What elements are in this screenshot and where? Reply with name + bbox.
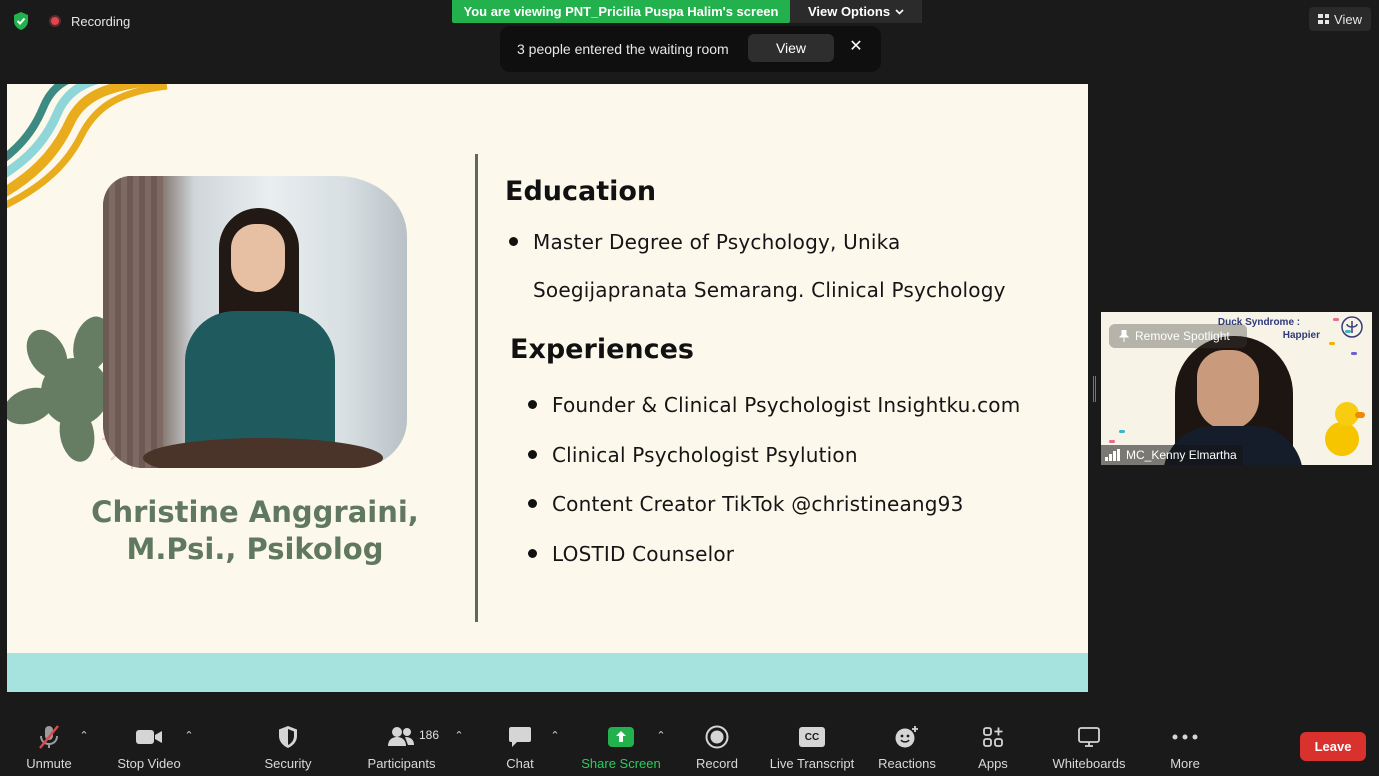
- whiteboards-label: Whiteboards: [1052, 756, 1126, 771]
- unmute-label: Unmute: [26, 756, 72, 771]
- view-button[interactable]: View: [1309, 7, 1371, 31]
- recording-dot-icon: [49, 15, 61, 27]
- record-label: Record: [696, 756, 738, 771]
- chat-label: Chat: [506, 756, 534, 771]
- experiences-heading: Experiences: [510, 334, 694, 365]
- experience-item: Founder & Clinical Psychologist Insightk…: [552, 393, 1021, 417]
- participants-count: 186: [419, 728, 440, 742]
- record-button[interactable]: Record: [693, 714, 741, 776]
- share-screen-label: Share Screen: [581, 756, 661, 771]
- close-icon[interactable]: ✕: [849, 38, 863, 56]
- duck-illustration: [1325, 422, 1359, 456]
- participants-button[interactable]: 186 Participants: [364, 714, 439, 776]
- experience-item: Clinical Psychologist Psylution: [552, 443, 858, 467]
- stop-video-button[interactable]: Stop Video: [113, 714, 185, 776]
- security-button[interactable]: Security: [260, 714, 316, 776]
- grid-view-icon: [1318, 14, 1330, 24]
- education-line2: Soegijapranata Semarang. Clinical Psycho…: [533, 278, 1006, 302]
- closed-captions-icon: CC: [799, 727, 825, 747]
- chat-bubble-icon: [509, 727, 531, 747]
- remove-spotlight-button[interactable]: Remove Spotlight: [1109, 324, 1247, 348]
- more-label: More: [1170, 756, 1200, 771]
- chevron-down-icon: [895, 8, 904, 15]
- unmute-button[interactable]: Unmute: [20, 714, 78, 776]
- slide-divider: [475, 154, 478, 622]
- education-line1: Master Degree of Psychology, Unika: [533, 230, 901, 254]
- panel-resize-handle[interactable]: [1093, 376, 1096, 402]
- participants-icon: [388, 727, 414, 746]
- participant-name: MC_Kenny Elmartha: [1126, 448, 1237, 462]
- bullet-dot: [528, 450, 537, 459]
- security-shield-icon: [279, 726, 297, 748]
- remove-spotlight-label: Remove Spotlight: [1135, 329, 1230, 343]
- chat-button[interactable]: Chat: [500, 714, 540, 776]
- waiting-room-notification: 3 people entered the waiting room View ✕: [500, 26, 881, 72]
- chat-options-caret-icon[interactable]: ⌃: [550, 731, 560, 742]
- bullet-dot: [509, 237, 518, 246]
- live-transcript-label: Live Transcript: [769, 756, 855, 771]
- record-icon: [705, 725, 729, 749]
- share-screen-button[interactable]: Share Screen: [580, 714, 662, 776]
- speaker-name-line1: Christine Anggraini,: [91, 495, 419, 529]
- share-options-caret-icon[interactable]: ⌃: [656, 731, 666, 742]
- encryption-shield-icon[interactable]: [12, 11, 30, 31]
- apps-button[interactable]: Apps: [974, 714, 1012, 776]
- leave-button[interactable]: Leave: [1300, 732, 1366, 761]
- meeting-toolbar: Unmute ⌃ Stop Video ⌃ Security 186 Parti…: [0, 714, 1379, 776]
- experience-item: LOSTID Counselor: [552, 542, 735, 566]
- live-transcript-button[interactable]: CC Live Transcript: [767, 714, 857, 776]
- security-label: Security: [264, 756, 312, 771]
- speaker-name-line2: M.Psi., Psikolog: [126, 532, 384, 566]
- whiteboard-icon: [1078, 727, 1100, 747]
- experience-item: Content Creator TikTok @christineang93: [552, 492, 964, 516]
- video-camera-icon: [136, 730, 162, 744]
- apps-icon: [983, 727, 1003, 747]
- organization-logo-icon: [1341, 316, 1363, 338]
- bullet-dot: [528, 549, 537, 558]
- signal-strength-icon: [1105, 449, 1120, 461]
- speaker-name: Christine Anggraini, M.Psi., Psikolog: [67, 494, 443, 568]
- view-label: View: [1334, 11, 1362, 27]
- video-options-caret-icon[interactable]: ⌃: [184, 731, 194, 742]
- view-options-button[interactable]: View Options: [790, 0, 922, 23]
- smiley-add-icon: [895, 726, 918, 748]
- participants-label: Participants: [367, 756, 436, 771]
- whiteboards-button[interactable]: Whiteboards: [1047, 714, 1131, 776]
- more-button[interactable]: More: [1163, 714, 1207, 776]
- speaker-photo: [103, 176, 407, 468]
- more-dots-icon: [1172, 734, 1198, 740]
- reactions-button[interactable]: Reactions: [876, 714, 938, 776]
- slide-bottom-band: [7, 653, 1088, 692]
- bullet-dot: [528, 400, 537, 409]
- participants-options-caret-icon[interactable]: ⌃: [454, 731, 464, 742]
- pin-icon: [1119, 330, 1129, 342]
- shared-screen-slide: Christine Anggraini, M.Psi., Psikolog Ed…: [7, 84, 1088, 692]
- participant-name-bar: MC_Kenny Elmartha: [1101, 445, 1243, 465]
- waiting-room-view-button[interactable]: View: [748, 34, 834, 62]
- audio-options-caret-icon[interactable]: ⌃: [79, 731, 89, 742]
- microphone-muted-icon: [39, 725, 59, 749]
- apps-label: Apps: [978, 756, 1008, 771]
- reactions-label: Reactions: [878, 756, 936, 771]
- recording-label[interactable]: Recording: [71, 14, 130, 29]
- waiting-room-message: 3 people entered the waiting room: [517, 41, 729, 57]
- viewing-screen-banner: You are viewing PNT_Pricilia Puspa Halim…: [452, 0, 790, 23]
- bullet-dot: [528, 499, 537, 508]
- zoom-meeting-window: Recording You are viewing PNT_Pricilia P…: [0, 0, 1379, 776]
- education-heading: Education: [505, 176, 657, 207]
- view-options-label: View Options: [807, 4, 891, 19]
- spotlight-video-tile[interactable]: Duck Syndrome : Happier Remove Spotlight…: [1101, 312, 1372, 465]
- share-screen-arrow-icon: [608, 727, 634, 747]
- stop-video-label: Stop Video: [117, 756, 181, 771]
